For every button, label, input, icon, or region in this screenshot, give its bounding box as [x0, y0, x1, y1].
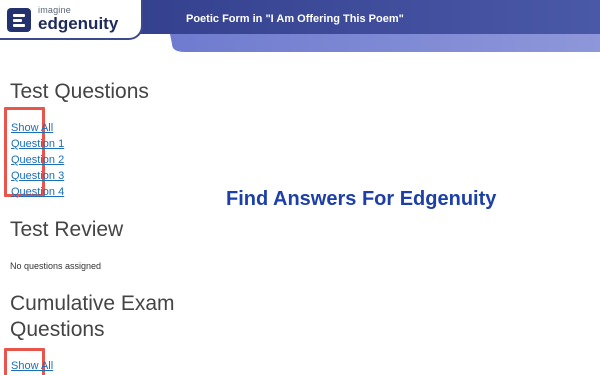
edgenuity-logo[interactable]: imagine edgenuity [0, 0, 143, 40]
cumulative-heading-line1: Cumulative Exam [10, 292, 175, 315]
cumulative-heading-line2: Questions [10, 318, 105, 341]
show-all-link[interactable]: Show All [11, 120, 64, 136]
lesson-title: Poetic Form in "I Am Offering This Poem" [186, 13, 404, 25]
question-2-link[interactable]: Question 2 [11, 152, 64, 168]
logo-wordmark: edgenuity [38, 14, 119, 33]
question-4-link[interactable]: Question 4 [11, 184, 64, 200]
cumulative-links: Show All [11, 358, 53, 374]
edgenuity-logo-icon [7, 8, 31, 32]
question-3-link[interactable]: Question 3 [11, 168, 64, 184]
find-answers-title: Find Answers For Edgenuity [226, 188, 497, 210]
test-questions-links: Show All Question 1 Question 2 Question … [11, 120, 64, 200]
app-header: imagine edgenuity Poetic Form in "I Am O… [0, 0, 600, 56]
test-questions-heading: Test Questions [10, 80, 149, 103]
cumulative-show-all-link[interactable]: Show All [11, 358, 53, 374]
no-questions-note: No questions assigned [10, 261, 102, 271]
test-review-heading: Test Review [10, 218, 124, 241]
question-1-link[interactable]: Question 1 [11, 136, 64, 152]
